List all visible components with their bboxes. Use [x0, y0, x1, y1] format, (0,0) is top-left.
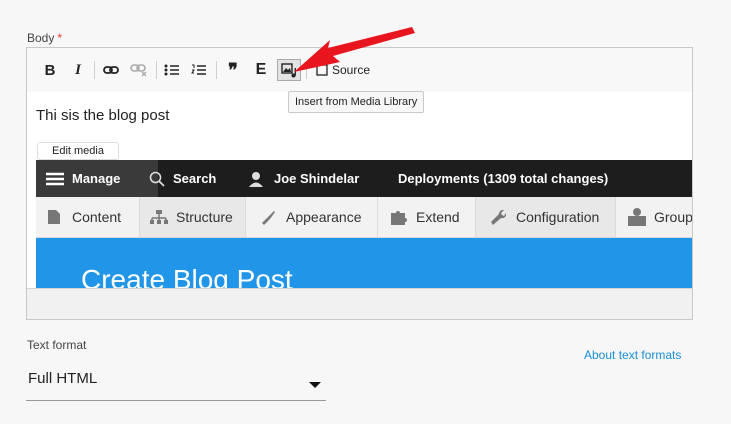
- dropdown-arrow-icon: [309, 382, 321, 388]
- editor-status-bar: [27, 288, 692, 319]
- tray-structure: Structure: [140, 197, 246, 237]
- tray-configuration: Configuration: [476, 197, 616, 237]
- manage-label: Manage: [72, 171, 121, 186]
- tray-group-label: Group: [654, 209, 692, 225]
- editor-content[interactable]: Thi sis the blog post Edit media Manage …: [27, 92, 692, 289]
- search-label: Search: [173, 171, 217, 186]
- hamburger-icon: [46, 172, 64, 185]
- file-icon: [48, 210, 60, 224]
- toolbar-separator: [156, 61, 157, 79]
- embed-button[interactable]: E: [252, 59, 270, 81]
- unlink-icon[interactable]: [128, 59, 150, 81]
- tray-extend-label: Extend: [416, 209, 460, 225]
- wrench-icon: [491, 209, 506, 225]
- media-library-icon: [281, 62, 296, 77]
- source-icon: [316, 64, 328, 76]
- tray-content-label: Content: [72, 209, 122, 225]
- link-icon[interactable]: [100, 59, 122, 81]
- tray-group: Group: [616, 197, 692, 237]
- user-label: Joe Shindelar: [274, 171, 360, 186]
- blockquote-button[interactable]: ❞: [222, 59, 244, 81]
- tray-extend: Extend: [378, 197, 476, 237]
- tray-configuration-label: Configuration: [516, 209, 600, 225]
- deployments-label: Deployments (1309 total changes): [398, 171, 609, 186]
- source-button[interactable]: Source: [312, 59, 374, 81]
- text-format-label: Text format: [27, 338, 87, 352]
- text-format-select[interactable]: Full HTML: [26, 362, 326, 401]
- body-field-label: Body *: [27, 31, 62, 45]
- structure-icon: [150, 210, 168, 224]
- ckeditor: B I ❞ E Source Thi sis the blog post Edi…: [26, 47, 693, 320]
- bold-button[interactable]: B: [41, 59, 59, 81]
- tooltip: Insert from Media Library: [288, 91, 425, 113]
- editor-toolbar: B I ❞ E Source: [27, 48, 692, 93]
- group-icon: [628, 208, 646, 226]
- text-format-value: Full HTML: [28, 370, 98, 387]
- tray-appearance-label: Appearance: [286, 209, 362, 225]
- search-item: Search: [149, 160, 216, 197]
- admin-toolbar: Manage Search Joe Shindelar Deployments …: [36, 160, 692, 197]
- toolbar-separator: [306, 61, 307, 79]
- tray-structure-label: Structure: [176, 209, 233, 225]
- deployments-item: Deployments (1309 total changes): [398, 160, 608, 197]
- tray-content: Content: [36, 197, 140, 237]
- page-header-area: Create Blog Post: [36, 238, 692, 289]
- source-label: Source: [331, 63, 371, 77]
- manage-item: Manage: [36, 160, 158, 197]
- embedded-media-image: Manage Search Joe Shindelar Deployments …: [36, 160, 692, 289]
- puzzle-icon: [391, 211, 407, 225]
- body-label-text: Body: [27, 31, 55, 45]
- admin-tray: Content Structure Appearance Extend Conf…: [36, 197, 692, 238]
- numbered-list-icon[interactable]: [189, 59, 209, 81]
- search-icon: [149, 171, 165, 187]
- toolbar-separator: [94, 61, 95, 79]
- user-item: Joe Shindelar: [248, 160, 359, 197]
- user-icon: [249, 171, 263, 187]
- required-mark: *: [57, 31, 63, 45]
- tray-appearance: Appearance: [246, 197, 378, 237]
- embedded-page-title: Create Blog Post: [81, 264, 293, 289]
- editor-paragraph[interactable]: Thi sis the blog post: [36, 107, 169, 124]
- toolbar-separator: [216, 61, 217, 79]
- paintbrush-icon: [262, 211, 275, 225]
- italic-button[interactable]: I: [69, 59, 87, 81]
- edit-media-button[interactable]: Edit media: [37, 142, 119, 160]
- media-library-button[interactable]: [277, 59, 301, 81]
- about-text-formats-link[interactable]: About text formats: [584, 348, 681, 362]
- bulleted-list-icon[interactable]: [162, 59, 182, 81]
